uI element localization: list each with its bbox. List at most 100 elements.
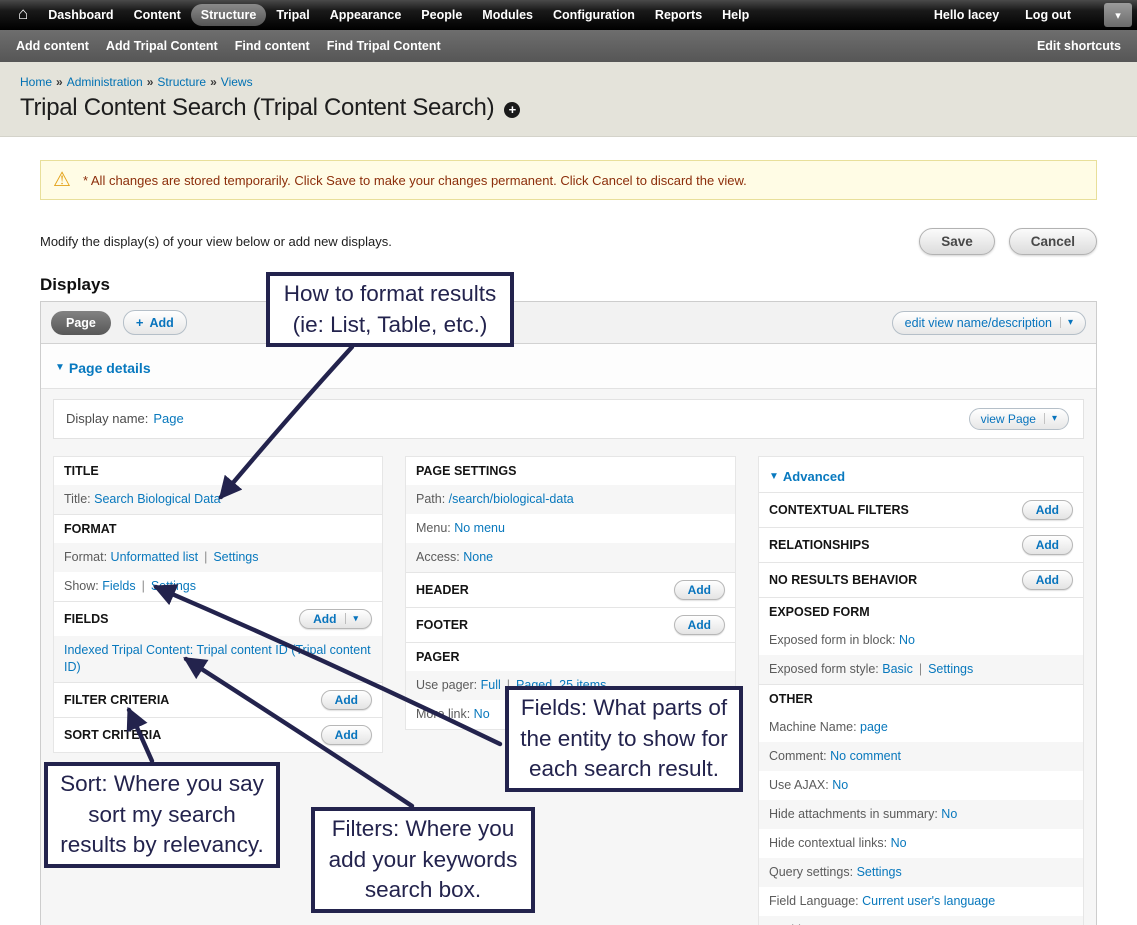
section-header: HEADER Add [406,572,735,607]
note-fields: Fields: What parts of the entity to show… [505,686,743,792]
footer-add-button[interactable]: Add [674,615,725,635]
section-relationships: RELATIONSHIPS Add [759,527,1083,562]
use-ajax-link[interactable]: No [832,778,848,792]
add-shortcut-icon[interactable]: + [504,102,520,118]
chevron-down-icon: ▾ [1044,413,1057,424]
format-settings-link[interactable]: Settings [213,550,258,564]
page-header: Home»Administration»Structure»Views Trip… [0,62,1137,137]
modify-row: Modify the display(s) of your view below… [40,228,1097,255]
toolbar-item-help[interactable]: Help [712,4,759,26]
path-link[interactable]: /search/biological-data [449,492,574,506]
plus-icon: + [136,315,144,330]
page-title: Tripal Content Search (Tripal Content Se… [20,94,1117,122]
show-link[interactable]: Fields [102,579,135,593]
edit-view-name-button[interactable]: edit view name/description ▾ [892,311,1086,335]
access-link[interactable]: None [463,550,493,564]
shortcut-add-tripal-content[interactable]: Add Tripal Content [106,39,218,53]
breadcrumb-administration[interactable]: Administration [67,75,143,89]
use-ajax-row: Use AJAX: No [759,771,1083,800]
chevron-down-icon: ▾ [1115,9,1121,22]
section-other: OTHER [759,684,1083,713]
cancel-button[interactable]: Cancel [1009,228,1097,255]
relationships-add-button[interactable]: Add [1022,535,1073,555]
filter-add-button[interactable]: Add [321,690,372,710]
toolbar-item-dashboard[interactable]: Dashboard [38,4,123,26]
exposed-style-link[interactable]: Basic [882,662,913,676]
user-greeting: Hello lacey [934,8,999,22]
collapse-triangle-icon: ▼ [769,471,779,482]
hide-attachments-link[interactable]: No [941,807,957,821]
tab-page[interactable]: Page [51,311,111,335]
toolbar-item-tripal[interactable]: Tripal [266,4,319,26]
shortcut-add-content[interactable]: Add content [16,39,89,53]
exposed-block-link[interactable]: No [899,633,915,647]
warning-text: * All changes are stored temporarily. Cl… [83,173,747,188]
fields-add-button[interactable]: Add ▾ [299,609,372,629]
home-icon[interactable]: ⌂ [10,4,38,26]
toolbar-item-reports[interactable]: Reports [645,4,712,26]
machine-name-link[interactable]: page [860,720,888,734]
column-fields: TITLE Title: Search Biological Data FORM… [53,456,383,753]
query-settings-link[interactable]: Settings [857,865,902,879]
no-results-add-button[interactable]: Add [1022,570,1073,590]
edit-shortcuts-link[interactable]: Edit shortcuts [1037,39,1121,53]
show-settings-link[interactable]: Settings [151,579,196,593]
field-language-link[interactable]: Current user's language [862,894,995,908]
display-tabs: Page + Add edit view name/description ▾ [41,302,1096,344]
header-add-button[interactable]: Add [674,580,725,600]
breadcrumb-home[interactable]: Home [20,75,52,89]
section-format: FORMAT [54,514,382,543]
exposed-style-row: Exposed form style: Basic|Settings [759,655,1083,684]
display-name-link[interactable]: Page [153,411,183,426]
toolbar-item-people[interactable]: People [411,4,472,26]
modify-text: Modify the display(s) of your view below… [40,234,392,249]
comment-row: Comment: No comment [759,742,1083,771]
breadcrumb-separator: » [56,75,63,89]
toolbar-item-structure[interactable]: Structure [191,4,267,26]
access-row: Access: None [406,543,735,572]
advanced-toggle-row: ▼ Advanced [759,457,1083,492]
machine-name-row: Machine Name: page [759,713,1083,742]
logout-link[interactable]: Log out [1025,8,1071,22]
menu-row: Menu: No menu [406,514,735,543]
exposed-style-settings-link[interactable]: Settings [928,662,973,676]
hide-contextual-link[interactable]: No [891,836,907,850]
drupal-views-edit-page: ⌂ Dashboard Content Structure Tripal App… [0,0,1137,925]
breadcrumb-separator: » [210,75,217,89]
breadcrumb: Home»Administration»Structure»Views [20,75,1117,89]
exposed-block-row: Exposed form in block: No [759,626,1083,655]
save-button[interactable]: Save [919,228,995,255]
section-page-settings: PAGE SETTINGS [406,457,735,485]
section-contextual-filters: CONTEXTUAL FILTERS Add [759,492,1083,527]
shortcut-find-tripal-content[interactable]: Find Tripal Content [327,39,441,53]
note-filters: Filters: Where you add your keywords sea… [311,807,535,913]
use-pager-link[interactable]: Full [481,678,501,692]
toolbar-item-content[interactable]: Content [124,4,191,26]
chevron-down-icon: ▾ [345,613,358,624]
toolbar-item-modules[interactable]: Modules [472,4,543,26]
more-link[interactable]: No [474,707,490,721]
sort-add-button[interactable]: Add [321,725,372,745]
caching-row: Caching: None [759,916,1083,925]
format-row: Format: Unformatted list|Settings [54,543,382,572]
hide-contextual-row: Hide contextual links: No [759,829,1083,858]
advanced-toggle[interactable]: ▼ Advanced [769,469,845,484]
add-display-button[interactable]: + Add [123,310,187,335]
toolbar-item-configuration[interactable]: Configuration [543,4,645,26]
format-link[interactable]: Unformatted list [111,550,199,564]
section-exposed-form: EXPOSED FORM [759,597,1083,626]
breadcrumb-structure[interactable]: Structure [157,75,206,89]
shortcut-find-content[interactable]: Find content [235,39,310,53]
toolbar-item-appearance[interactable]: Appearance [320,4,412,26]
breadcrumb-separator: » [147,75,154,89]
view-page-button[interactable]: view Page ▾ [969,408,1069,430]
page-details-toggle[interactable]: ▼ Page details [55,360,151,376]
field-link[interactable]: Indexed Tripal Content: Tripal content I… [64,643,371,674]
show-row: Show: Fields|Settings [54,572,382,601]
comment-link[interactable]: No comment [830,749,901,763]
contextual-filters-add-button[interactable]: Add [1022,500,1073,520]
breadcrumb-views[interactable]: Views [221,75,253,89]
toolbar-toggle-button[interactable]: ▾ [1104,3,1132,27]
menu-link[interactable]: No menu [454,521,505,535]
title-link[interactable]: Search Biological Data [94,492,220,506]
